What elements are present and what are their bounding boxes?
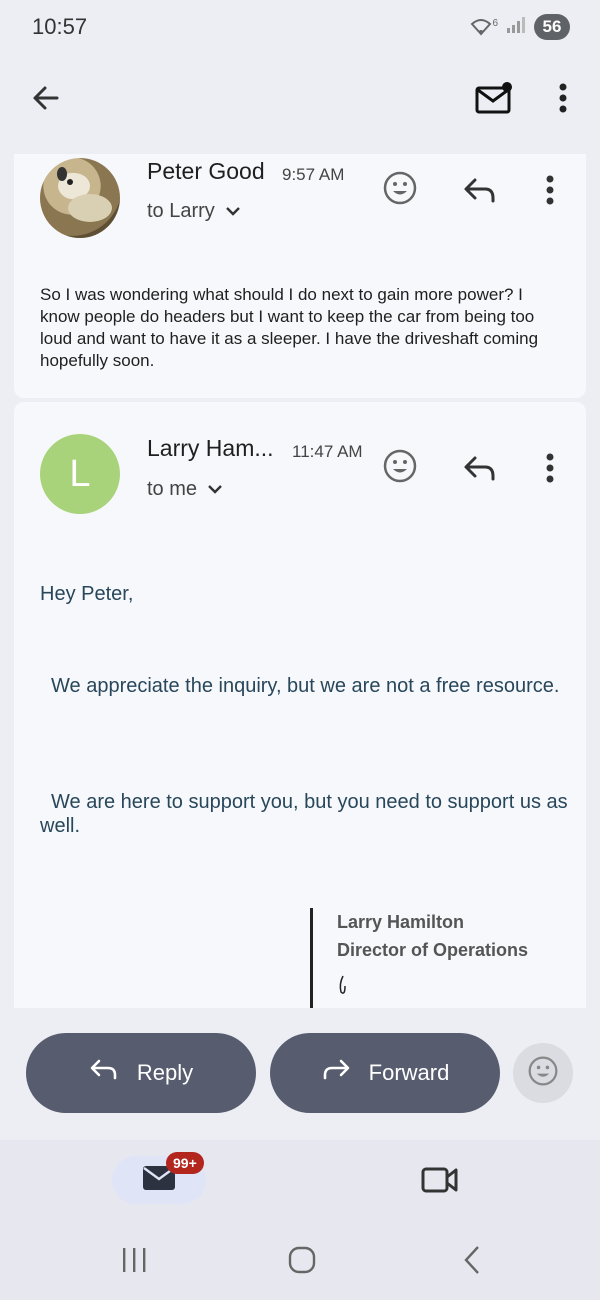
recipient-label: to Larry	[147, 200, 215, 222]
battery-indicator: 56	[534, 14, 570, 40]
bottom-navigation: 99+	[0, 1140, 600, 1226]
recipient-details[interactable]: to me	[147, 478, 223, 501]
chevron-left-icon	[462, 1245, 482, 1280]
system-back-button[interactable]	[452, 1244, 492, 1280]
wifi-icon: 6	[470, 18, 498, 36]
email-signature: Larry Hamilton Director of Operations	[310, 908, 528, 1008]
more-options-button[interactable]	[548, 80, 578, 120]
unread-count-badge: 99+	[166, 1152, 204, 1174]
mail-unread-icon	[474, 81, 514, 120]
message-paragraph: We are here to support you, but you need…	[40, 791, 568, 837]
recent-apps-icon	[119, 1246, 149, 1279]
message-card[interactable]: Peter Good 9:57 AM to Larry So I was won…	[14, 154, 586, 398]
sender-name: Larry Ham...	[147, 435, 274, 461]
recent-apps-button[interactable]	[114, 1244, 154, 1280]
status-bar: 10:57 6 56	[0, 0, 600, 56]
message-more-button[interactable]	[536, 172, 564, 212]
chevron-down-icon	[225, 200, 241, 223]
dog-photo-icon	[40, 158, 120, 238]
add-reaction-button[interactable]	[380, 170, 420, 210]
home-icon	[287, 1245, 317, 1280]
message-paragraph: We appreciate the inquiry, but we are no…	[51, 675, 560, 697]
tab-meet[interactable]	[418, 1162, 462, 1202]
forward-label: Forward	[368, 1060, 450, 1085]
reply-button[interactable]	[460, 172, 500, 212]
sender-name: Peter Good	[147, 158, 265, 184]
forward-icon	[321, 1058, 351, 1088]
wifi-label: 6	[492, 18, 498, 29]
emoji-icon	[382, 170, 418, 211]
reply-action-button[interactable]: Reply	[26, 1033, 256, 1113]
home-button[interactable]	[282, 1244, 322, 1280]
message-body: So I was wondering what should I do next…	[40, 285, 539, 370]
reply-icon	[463, 176, 497, 209]
reply-button[interactable]	[460, 450, 500, 490]
reply-label: Reply	[136, 1060, 194, 1085]
mark-unread-button[interactable]	[472, 80, 516, 120]
signature-title: Director of Operations	[337, 940, 529, 960]
status-time: 10:57	[32, 14, 88, 39]
more-vert-icon	[558, 83, 568, 118]
chevron-down-icon	[207, 478, 223, 501]
react-button[interactable]	[513, 1043, 573, 1103]
recipient-label: to me	[147, 478, 198, 500]
more-vert-icon	[545, 175, 555, 210]
reply-icon	[463, 454, 497, 487]
system-navigation-bar	[0, 1226, 600, 1300]
arrow-back-icon	[31, 83, 61, 118]
forward-action-button[interactable]: Forward	[270, 1033, 500, 1113]
signature-name: Larry Hamilton	[337, 912, 465, 932]
avatar-letter: L	[69, 452, 91, 495]
message-card[interactable]: L Larry Ham... 11:47 AM to me Hey Peter,…	[14, 402, 586, 1008]
message-time: 9:57 AM	[282, 165, 345, 184]
top-app-bar	[0, 56, 600, 154]
reply-icon	[89, 1058, 119, 1088]
signature-logo-icon	[337, 974, 528, 1003]
back-button[interactable]	[26, 80, 66, 120]
video-camera-icon	[421, 1166, 459, 1199]
sender-avatar[interactable]	[40, 158, 120, 238]
message-time: 11:47 AM	[292, 442, 363, 461]
signal-icon	[506, 16, 526, 39]
status-icons: 6 56	[470, 14, 570, 40]
more-vert-icon	[545, 453, 555, 488]
emoji-icon	[382, 448, 418, 489]
add-reaction-button[interactable]	[380, 448, 420, 488]
sender-avatar[interactable]: L	[40, 434, 120, 514]
emoji-icon	[527, 1055, 559, 1092]
message-greeting: Hey Peter,	[40, 583, 134, 605]
recipient-details[interactable]: to Larry	[147, 200, 241, 223]
message-more-button[interactable]	[536, 450, 564, 490]
